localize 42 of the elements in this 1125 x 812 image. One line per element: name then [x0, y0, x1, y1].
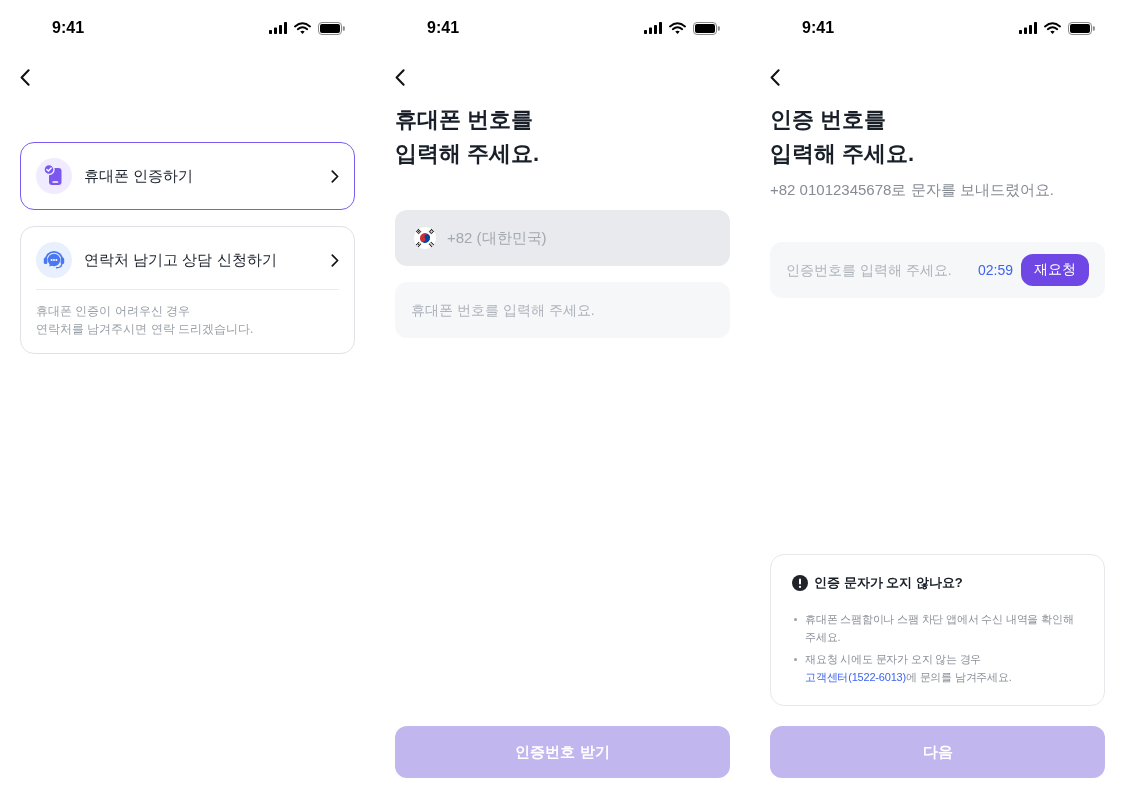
exclamation-circle-icon: [792, 575, 808, 591]
battery-icon: [318, 21, 345, 35]
bullet-icon: [794, 618, 797, 621]
code-input-field[interactable]: 인증번호를 입력해 주세요. 02:59 재요청: [770, 242, 1105, 298]
sent-notice: +82 01012345678로 문자를 보내드렸어요.: [770, 180, 1055, 200]
option-description: 연락처를 남겨주시면 연락 드리겠습니다.: [36, 321, 254, 338]
chevron-right-icon: [331, 169, 339, 183]
back-icon[interactable]: [770, 68, 780, 86]
option-label: 연락처 남기고 상담 신청하기: [84, 250, 278, 270]
phone-check-icon: [36, 158, 72, 194]
help-title: 인증 문자가 오지 않나요?: [814, 574, 963, 592]
page-title: 입력해 주세요.: [395, 140, 540, 168]
korean-flag-icon: [413, 226, 437, 250]
wifi-icon: [294, 22, 311, 34]
customer-center-link[interactable]: 고객센터(1522-6013): [805, 671, 906, 683]
option-card[interactable]: 휴대폰 인증하기: [20, 142, 355, 210]
countdown-timer: 02:59: [977, 262, 1013, 278]
status-time: 9:41: [802, 19, 835, 37]
page-title: 인증 번호를: [770, 106, 887, 134]
chevron-right-icon: [331, 253, 339, 267]
headset-chat-icon: [36, 242, 72, 278]
bullet-icon: [794, 658, 797, 661]
help-text: 재요청 시에도 문자가 오지 않는 경우 고객센터(1522-6013)에 문의를 남겨주세요.: [805, 652, 1013, 685]
phone-number-input[interactable]: 휴대폰 번호를 입력해 주세요.: [395, 282, 730, 338]
option-card[interactable]: 연락처 남기고 상담 신청하기 휴대폰 인증이 어려우신 경우 연락처를 남겨주시면 연락 드리겠습니다.: [20, 226, 355, 354]
page-title: 입력해 주세요.: [770, 140, 915, 168]
status-time: 9:41: [52, 19, 85, 37]
back-icon[interactable]: [395, 68, 405, 86]
help-text: 휴대폰 스팸함이나 스팸 차단 앱에서 수신 내역을 확인해 주세요.: [805, 612, 1075, 645]
status-time: 9:41: [427, 19, 460, 37]
wifi-icon: [1044, 22, 1061, 34]
option-description: 휴대폰 인증이 어려우신 경우: [36, 303, 190, 320]
page-title: 휴대폰 번호를: [395, 106, 534, 134]
signal-icon: [269, 22, 287, 34]
battery-icon: [1068, 21, 1095, 35]
option-label: 휴대폰 인증하기: [84, 166, 195, 186]
resend-button[interactable]: 재요청: [1021, 254, 1089, 286]
signal-icon: [1019, 22, 1037, 34]
back-icon[interactable]: [20, 68, 30, 86]
signal-icon: [644, 22, 662, 34]
wifi-icon: [669, 22, 686, 34]
battery-icon: [693, 21, 720, 35]
